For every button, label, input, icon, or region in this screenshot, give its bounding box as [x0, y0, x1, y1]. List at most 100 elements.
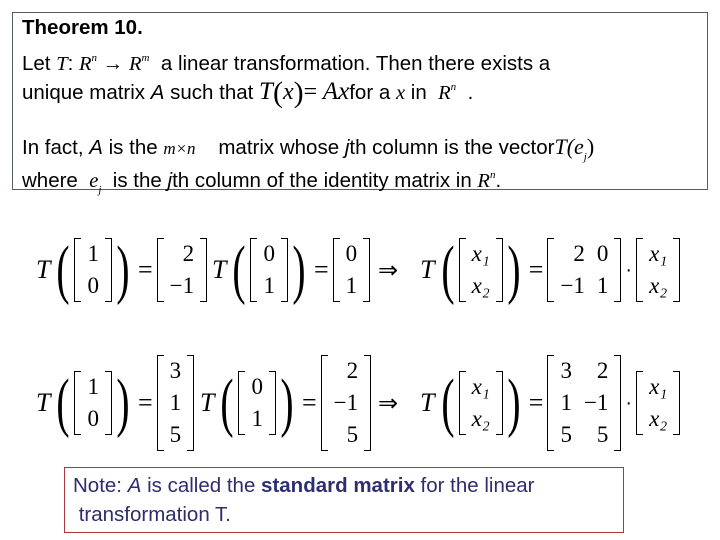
matrix-entry: 1 — [596, 273, 609, 298]
matrix-entry: −1 — [333, 390, 359, 415]
e1-vector: 10 — [74, 238, 112, 302]
matrix-entry: x₂ — [649, 406, 668, 431]
dot-operator: · — [625, 258, 633, 281]
Tej-symbol: T(e — [554, 134, 584, 159]
right-paren: ) — [116, 366, 130, 439]
A-symbol: A — [89, 136, 103, 159]
colon: : — [67, 52, 74, 75]
note-box: Note: A is called the standard matrix fo… — [64, 467, 624, 533]
right-paren: ) — [507, 233, 521, 306]
x-vector: x₁ x₂ — [458, 238, 504, 302]
matrix-entry: 1 — [251, 406, 263, 431]
n-sup: n — [450, 81, 457, 93]
line3-mid: is the — [102, 136, 164, 159]
line1-rest: a linear transformation. Then there exis… — [160, 52, 551, 75]
matrix-entry: 0 — [596, 241, 609, 266]
equation-T: T — [259, 78, 273, 105]
matrix-entry: −1 — [560, 273, 585, 298]
matrix-entry: 1 — [345, 273, 358, 298]
T-symbol: T — [36, 388, 51, 417]
matrix-entry: x₂ — [471, 273, 490, 298]
equals-sign: = — [313, 255, 329, 284]
note-mid: is called the — [141, 474, 262, 497]
theorem-line-2: unique matrix A such that T(x)= Axfor a … — [22, 76, 474, 109]
matrix-entry: 2 — [346, 358, 359, 383]
equation-Ax: Ax — [322, 78, 350, 105]
equals-sign: = — [137, 388, 153, 417]
R-symbol: R — [477, 170, 490, 192]
implies-arrow: ⇒ — [378, 389, 399, 417]
R-symbol: R — [438, 82, 451, 104]
matrix-entry: 0 — [87, 406, 99, 431]
right-paren: ) — [280, 366, 294, 439]
line4-rest2: th column of the identity matrix in — [172, 169, 478, 192]
note-prefix: Note: — [73, 474, 128, 497]
standard-matrix-A2: 32 1 −1 55 — [547, 355, 622, 451]
j-sub: j — [98, 184, 102, 196]
matrix-entry: 1 — [560, 390, 572, 415]
right-paren: ) — [292, 233, 306, 306]
matrix-entry: x₁ — [471, 374, 490, 399]
matrix-entry: 1 — [263, 273, 275, 298]
Te2-vector: 2 −1 5 — [320, 355, 372, 451]
dot-operator: · — [625, 391, 633, 414]
x-vector: x₁ x₂ — [636, 238, 681, 302]
matrix-entry: 2 — [182, 241, 195, 266]
matrix-entry: x₂ — [471, 406, 490, 431]
matrix-entry: 3 — [560, 358, 572, 383]
matrix-entry: 0 — [263, 241, 275, 266]
period: . — [495, 169, 502, 192]
example1-Te1: T ( 10 ) = 2 −1 — [36, 232, 208, 308]
standard-matrix-A1: 20 −1 1 — [547, 238, 622, 302]
line2-prefix: unique matrix — [22, 81, 151, 104]
x-vector: x₁ x₂ — [636, 371, 681, 435]
matrix-entry: 0 — [87, 273, 99, 298]
left-paren: ( — [220, 366, 235, 439]
standard-matrix-term: standard matrix — [261, 474, 415, 497]
A-symbol: A — [150, 81, 165, 104]
note-suffix: for the linear — [414, 474, 535, 497]
T-symbol: T — [420, 255, 435, 284]
x-vector: x₁ x₂ — [458, 371, 504, 435]
Te1-vector: 2 −1 — [156, 238, 208, 302]
matrix-entry: 5 — [596, 422, 609, 447]
A-symbol: A — [127, 474, 142, 497]
matrix-entry: x₁ — [649, 241, 668, 266]
T-symbol: T — [200, 388, 215, 417]
m-sup: m — [141, 52, 150, 64]
T-symbol: T — [56, 53, 68, 75]
equals-sign: = — [528, 388, 544, 417]
example2-general: ⇒ T ( x₁ x₂ ) = 32 1 −1 55 · x₁ x₂ — [378, 355, 681, 451]
line2-mid: such that — [164, 81, 260, 104]
Rm-symbol: R — [128, 53, 142, 75]
matrix-entry: x₂ — [649, 273, 668, 298]
let-text: Let — [22, 52, 57, 75]
matrix-entry: 2 — [573, 241, 585, 266]
note-line-2: transformation T. — [73, 503, 231, 526]
matrix-entry: 0 — [345, 241, 358, 266]
line3-rest1: matrix whose — [212, 136, 345, 159]
equals-sign: = — [137, 255, 153, 284]
matrix-entry: 5 — [346, 422, 359, 447]
T-symbol: T — [212, 255, 227, 284]
theorem-line-4: where ej is the jth column of the identi… — [22, 163, 501, 202]
right-paren: ) — [116, 233, 130, 306]
Te1-vector: 3 1 5 — [156, 355, 195, 451]
right-paren: ) — [507, 366, 521, 439]
matrix-entry: 1 — [87, 241, 99, 266]
matrix-entry: 1 — [169, 390, 182, 415]
e1-vector: 10 — [74, 371, 112, 435]
matrix-entry: 1 — [87, 374, 99, 399]
matrix-entry: 5 — [169, 422, 182, 447]
example2-Te1: T ( 10 ) = 315 — [36, 355, 194, 451]
theorem-title: Theorem 10. — [22, 16, 143, 39]
line4-rest1: is the — [107, 169, 168, 192]
matrix-entry: 5 — [560, 422, 572, 447]
note-line-1: Note: A is called the standard matrix fo… — [73, 471, 623, 500]
theorem-line-1: Let T: Rn → Rm a linear transformation. … — [22, 46, 550, 76]
matrix-entry: 2 — [596, 358, 609, 383]
matrix-entry: x₁ — [649, 374, 668, 399]
matrix-entry: −1 — [169, 273, 195, 298]
T-symbol: T — [36, 255, 51, 284]
left-paren: ( — [440, 366, 455, 439]
